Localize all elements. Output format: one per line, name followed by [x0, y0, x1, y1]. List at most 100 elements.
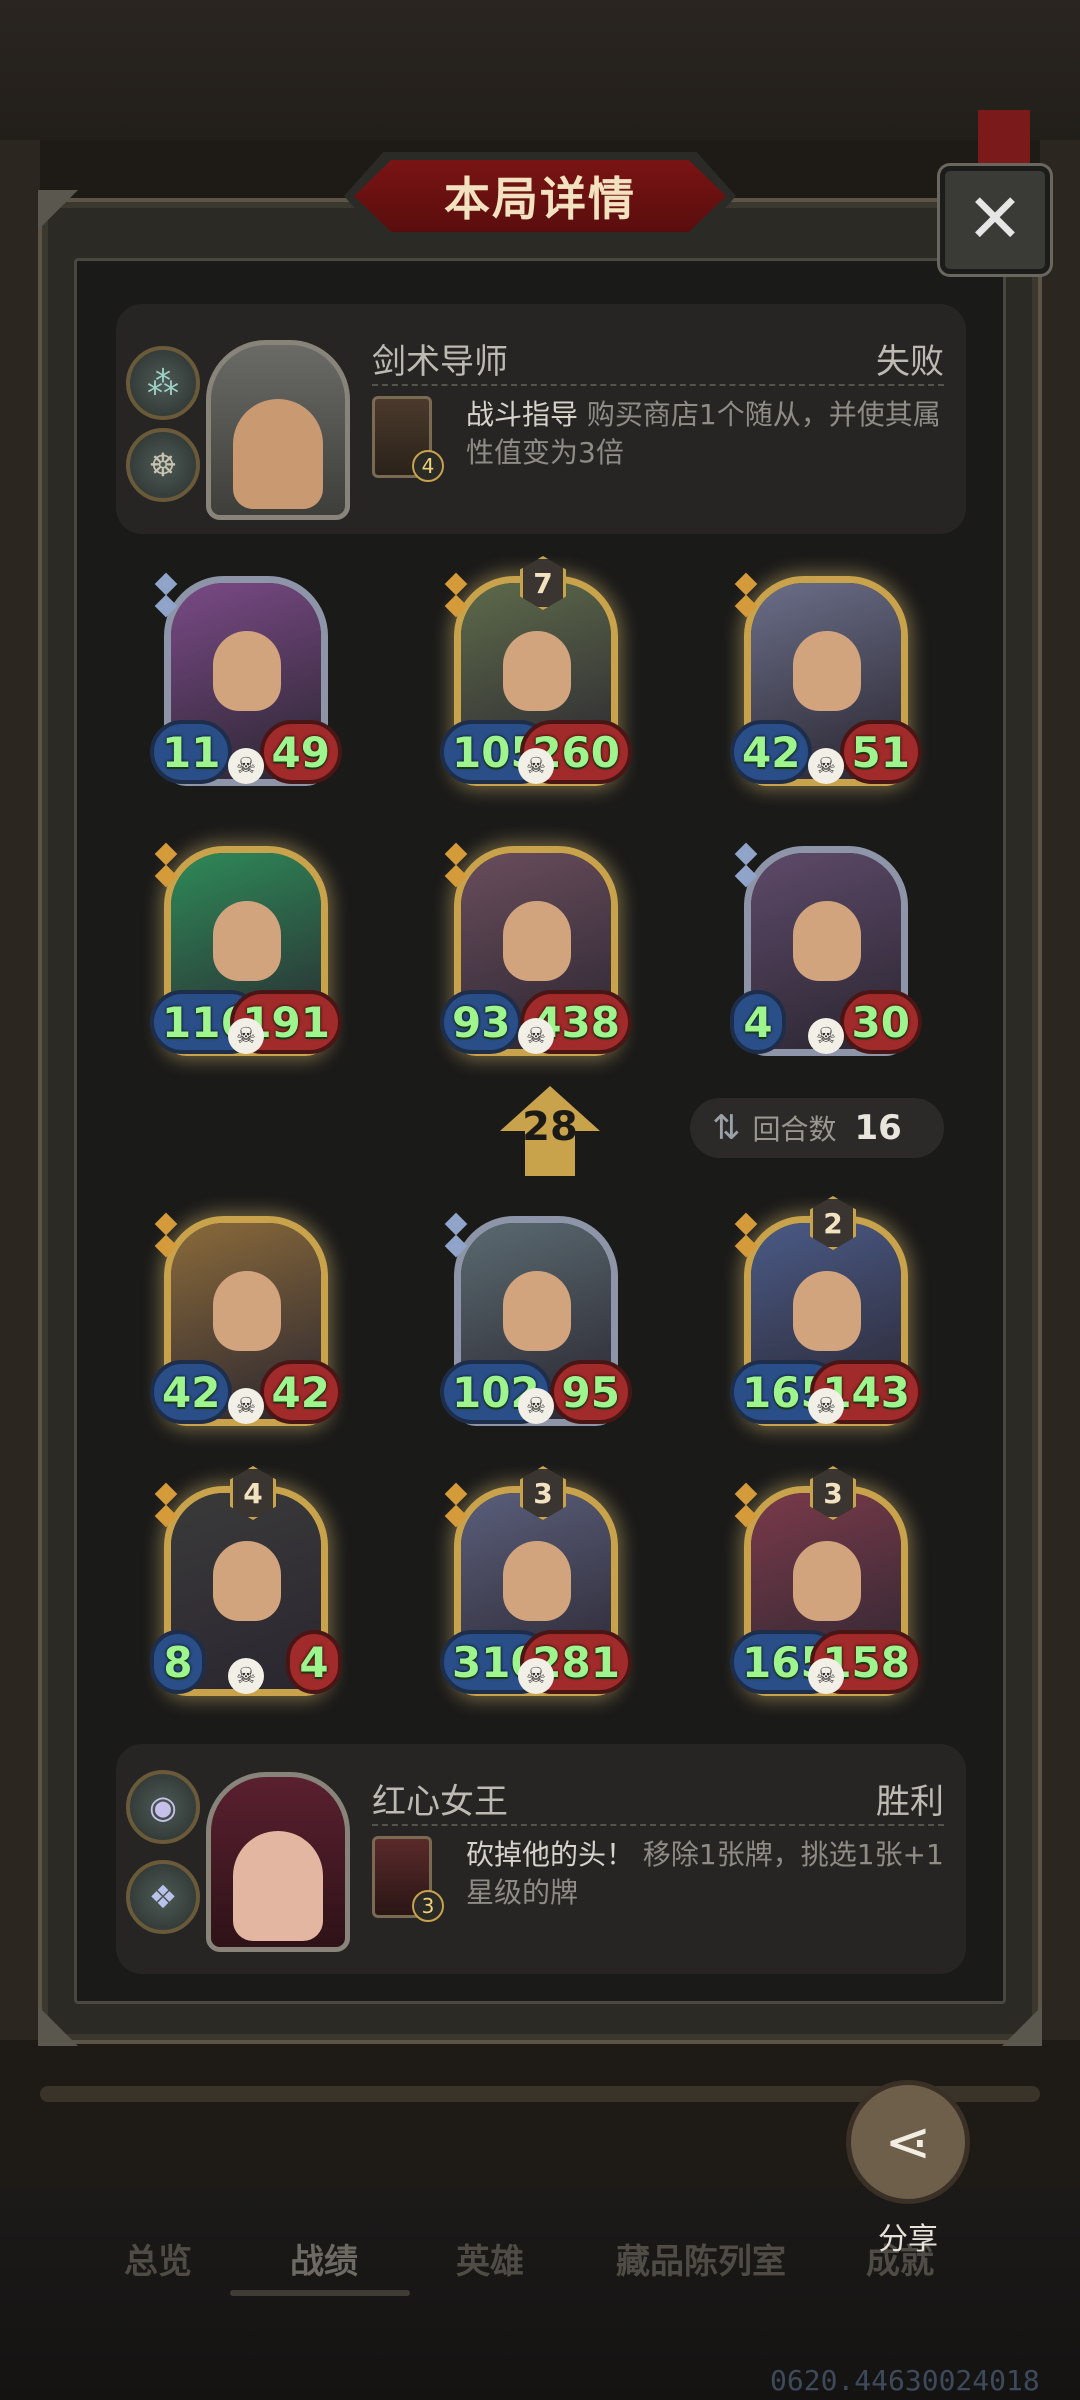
title-banner-inner: 本局详情: [354, 160, 726, 232]
player-card-self: ◉ ❖ 红心女王 胜利 3 砍掉他的头！ 移除1张牌，挑选1张+1星级的牌: [116, 1744, 966, 1974]
nav-tab-overview[interactable]: 总览: [124, 2234, 192, 2283]
minion-portrait: [213, 631, 281, 711]
skill-description: 砍掉他的头！ 移除1张牌，挑选1张+1星级的牌: [466, 1836, 946, 1912]
minion-card[interactable]: 42 42 ☠: [150, 1196, 342, 1436]
nav-tab-collection[interactable]: 藏品陈列室: [616, 2234, 786, 2283]
skull-icon: ☠: [808, 1658, 844, 1694]
relic-icon[interactable]: ⁂: [126, 346, 200, 420]
health-value: 95: [549, 1360, 632, 1424]
minion-card[interactable]: 3 310 281 ☠: [440, 1466, 632, 1706]
relic-icon[interactable]: ❖: [126, 1860, 200, 1934]
minion-portrait: [503, 1271, 571, 1351]
tier-gems: [734, 842, 758, 890]
relic-icon[interactable]: ◉: [126, 1770, 200, 1844]
skull-icon: ☠: [228, 1018, 264, 1054]
skill-level-badge: 3: [412, 1890, 444, 1922]
round-label: 回合数: [752, 1113, 837, 1146]
tier-gems: [444, 572, 468, 620]
minion-card[interactable]: 93 438 ☠: [440, 826, 632, 1066]
refresh-icon: ⇅: [712, 1108, 741, 1148]
divider: [372, 384, 944, 386]
turn-value: 28: [522, 1104, 578, 1150]
minion-card[interactable]: 102 95 ☠: [440, 1196, 632, 1436]
nav-tab-heroes[interactable]: 英雄: [456, 2234, 524, 2283]
minion-card[interactable]: 4 8 4 ☠: [150, 1466, 342, 1706]
health-value: 42: [259, 1360, 342, 1424]
round-counter: ⇅ 回合数 16: [690, 1098, 944, 1158]
minion-portrait: [503, 1541, 571, 1621]
skull-icon: ☠: [228, 1658, 264, 1694]
hero-portrait[interactable]: [206, 1772, 350, 1952]
share-label: 分享: [878, 2222, 938, 2257]
skill-name: 砍掉他的头！: [466, 1838, 635, 1871]
minion-portrait: [793, 1271, 861, 1351]
close-icon: ✕: [966, 180, 1024, 259]
health-value: 30: [839, 990, 922, 1054]
tier-gems: [444, 1212, 468, 1260]
attack-value: 42: [730, 720, 813, 784]
background-top: [0, 0, 1080, 140]
minion-portrait: [213, 901, 281, 981]
active-tab-indicator: [230, 2290, 410, 2296]
tier-gems: [154, 1482, 178, 1530]
skill-description: 战斗指导 购买商店1个随从，并使其属性值变为3倍: [466, 396, 946, 472]
minion-card[interactable]: 3 165 158 ☠: [730, 1466, 922, 1706]
share-button[interactable]: ⋖: [846, 2080, 970, 2204]
tier-gems: [734, 1212, 758, 1260]
round-value: 16: [854, 1108, 902, 1148]
minion-card[interactable]: 116 191 ☠: [150, 826, 342, 1066]
background-right: [1040, 140, 1080, 2040]
minion-portrait: [503, 631, 571, 711]
minion-portrait: [793, 901, 861, 981]
tier-gems: [154, 842, 178, 890]
hero-portrait[interactable]: [206, 340, 350, 520]
match-result: 失败: [876, 342, 944, 382]
skull-icon: ☠: [518, 748, 554, 784]
hero-name: 红心女王: [372, 1782, 508, 1822]
minion-card[interactable]: 42 51 ☠: [730, 556, 922, 796]
skull-icon: ☠: [808, 748, 844, 784]
attack-value: 42: [150, 1360, 233, 1424]
minion-card[interactable]: 4 30 ☠: [730, 826, 922, 1066]
nav-tab-record[interactable]: 战绩: [290, 2234, 358, 2283]
tier-gems: [444, 842, 468, 890]
health-value: 4: [286, 1630, 342, 1694]
attack-value: 11: [150, 720, 233, 784]
match-result: 胜利: [876, 1782, 944, 1822]
page-title: 本局详情: [444, 172, 636, 226]
attack-value: 93: [440, 990, 523, 1054]
divider: [372, 1824, 944, 1826]
minion-portrait: [213, 1271, 281, 1351]
tier-gems: [734, 1482, 758, 1530]
tier-gems: [734, 572, 758, 620]
minion-card[interactable]: 11 49 ☠: [150, 556, 342, 796]
health-value: 49: [259, 720, 342, 784]
skill-level-badge: 4: [412, 450, 444, 482]
tier-gems: [154, 572, 178, 620]
relic-icon[interactable]: ☸: [126, 428, 200, 502]
minion-portrait: [793, 631, 861, 711]
health-value: 51: [839, 720, 922, 784]
player-card-opponent: ⁂ ☸ 剑术导师 失败 4 战斗指导 购买商店1个随从，并使其属性值变为3倍: [116, 304, 966, 534]
minion-portrait: [793, 1541, 861, 1621]
attack-value: 4: [730, 990, 786, 1054]
minion-portrait: [503, 901, 571, 981]
background-left: [0, 140, 40, 2040]
close-button[interactable]: ✕: [940, 166, 1050, 274]
attack-value: 8: [150, 1630, 206, 1694]
skull-icon: ☠: [518, 1658, 554, 1694]
hero-name: 剑术导师: [372, 342, 508, 382]
skull-icon: ☠: [228, 748, 264, 784]
minion-card[interactable]: 2 165 143 ☠: [730, 1196, 922, 1436]
skull-icon: ☠: [518, 1018, 554, 1054]
skill-name: 战斗指导: [466, 398, 579, 431]
skull-icon: ☠: [228, 1388, 264, 1424]
minion-card[interactable]: 7 105 260 ☠: [440, 556, 632, 796]
watermark-id: 0620.44630024018: [770, 2364, 1040, 2397]
share-icon: ⋖: [884, 2109, 932, 2175]
tier-gems: [154, 1212, 178, 1260]
skull-icon: ☠: [518, 1388, 554, 1424]
skull-icon: ☠: [808, 1388, 844, 1424]
tier-gems: [444, 1482, 468, 1530]
skull-icon: ☠: [808, 1018, 844, 1054]
